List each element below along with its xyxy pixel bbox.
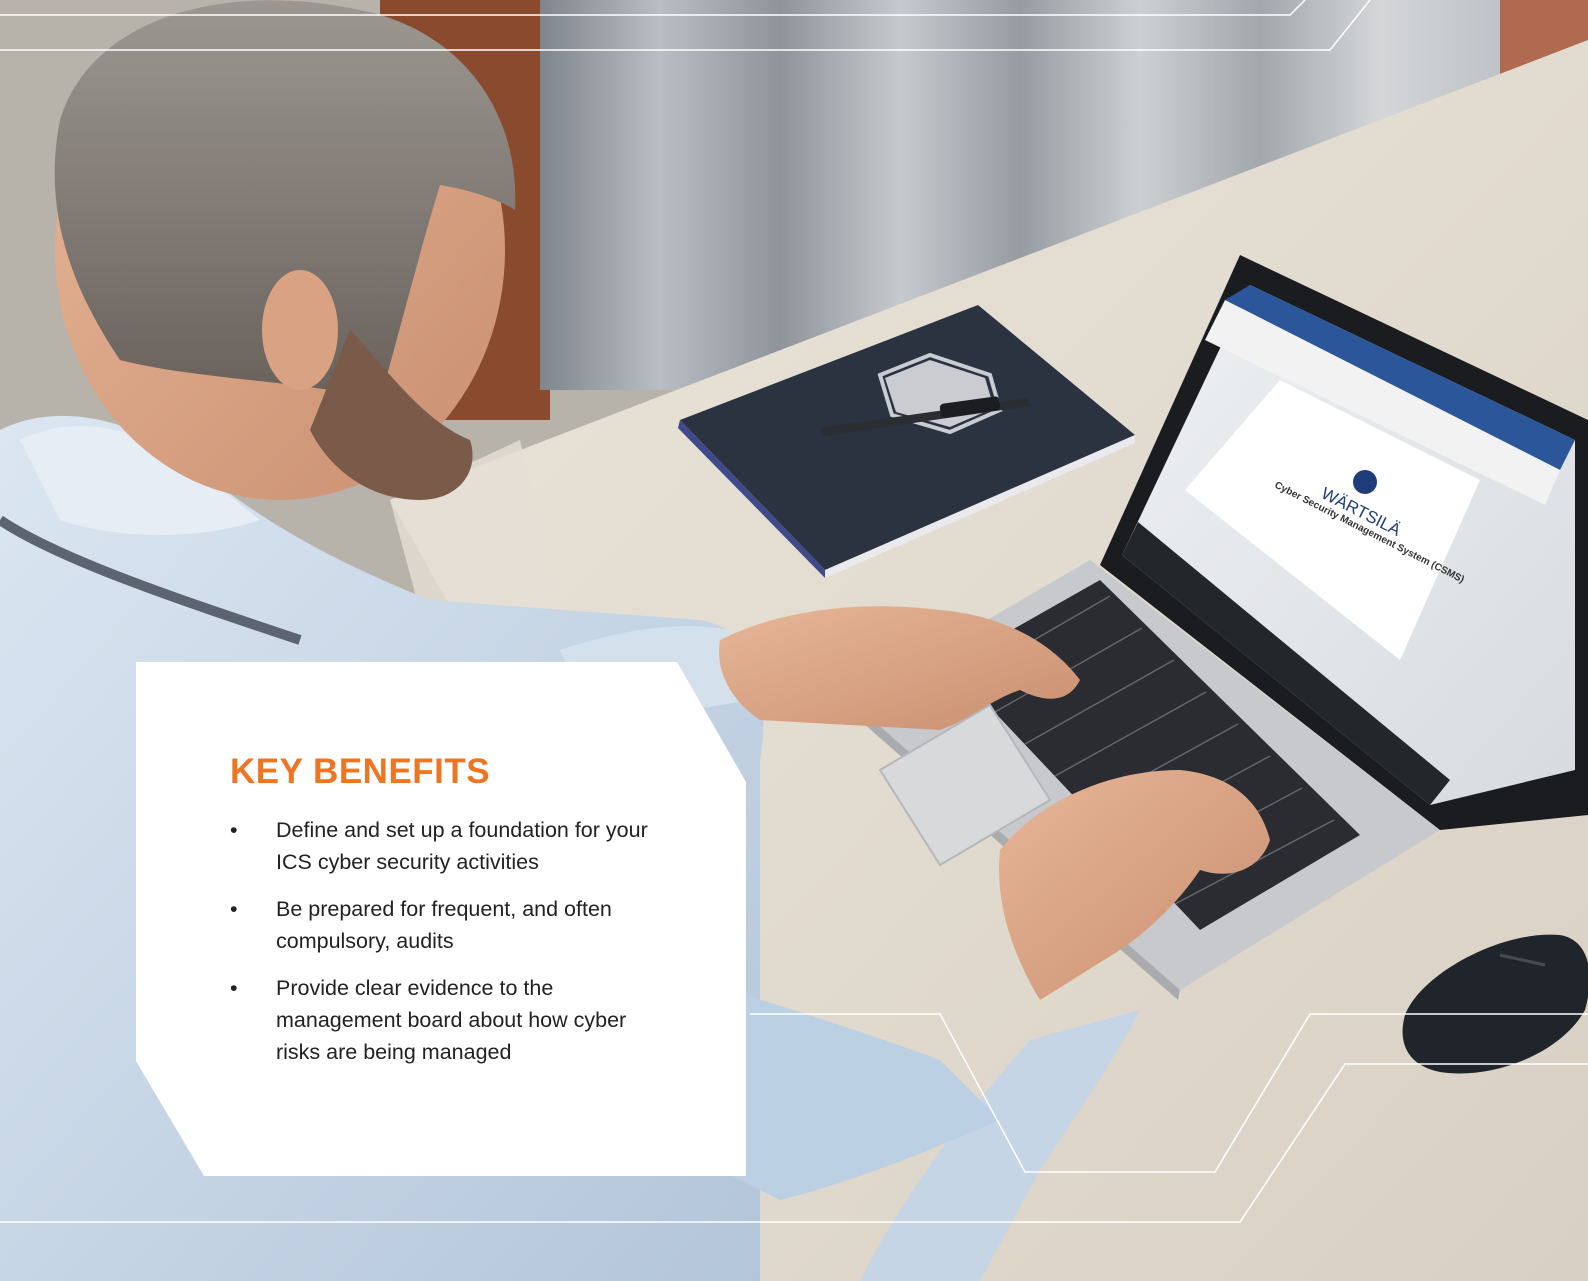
background-photo: WÄRTSILÄ Cyber Security Management Syste… (0, 0, 1588, 1281)
key-benefits-title: KEY BENEFITS (230, 752, 491, 791)
list-item: • Be prepared for frequent, and often co… (230, 893, 670, 957)
benefit-text: Provide clear evidence to the management… (276, 976, 627, 1064)
benefit-text: Define and set up a foundation for your … (276, 818, 648, 874)
bullet-icon: • (230, 976, 238, 1000)
bullet-icon: • (230, 818, 238, 842)
bullet-icon: • (230, 897, 238, 921)
list-item: • Provide clear evidence to the manageme… (230, 972, 670, 1068)
list-item: • Define and set up a foundation for you… (230, 814, 670, 878)
benefits-list: • Define and set up a foundation for you… (230, 814, 670, 1068)
key-benefits-section: KEY BENEFITS • Define and set up a found… (230, 750, 670, 1083)
benefit-text: Be prepared for frequent, and often comp… (276, 897, 612, 953)
